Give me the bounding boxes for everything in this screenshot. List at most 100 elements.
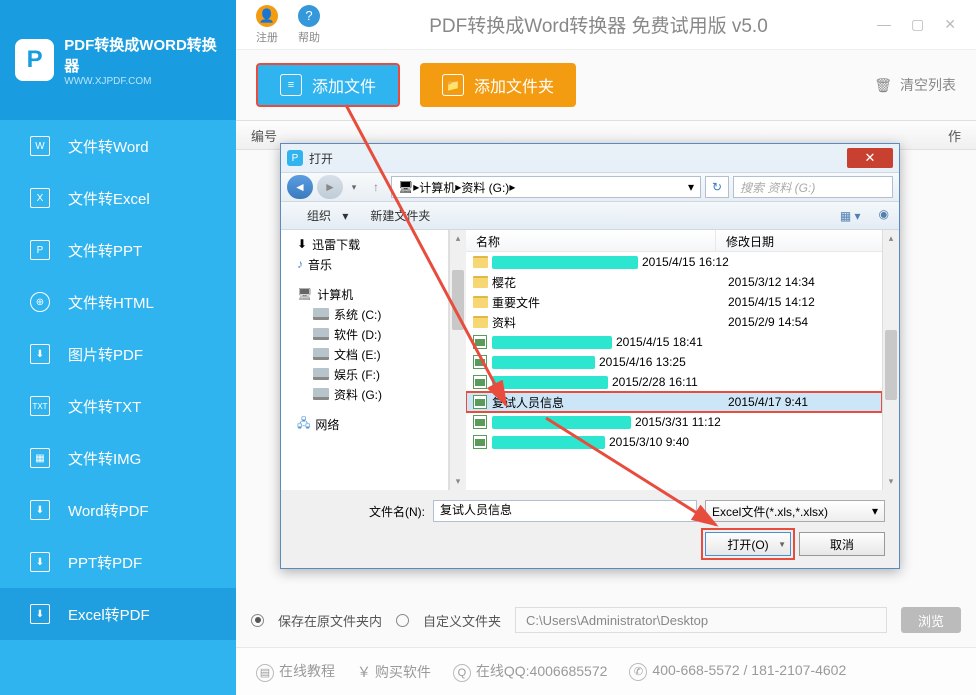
redacted-name (492, 356, 595, 369)
logo-icon: P (15, 39, 54, 81)
file-row[interactable]: 重要文件2015/4/15 14:12 (466, 292, 882, 312)
file-row[interactable]: 2015/4/16 13:25 (466, 352, 882, 372)
save-options: 保存在原文件夹内 自定义文件夹 C:\Users\Administrator\D… (251, 605, 961, 635)
excel-icon (473, 355, 487, 369)
tree-scrollbar[interactable]: ▴ ▾ (449, 230, 466, 490)
file-row[interactable]: 2015/3/31 11:12 (466, 412, 882, 432)
file-row[interactable]: 复试人员信息2015/4/17 9:41 (466, 392, 882, 412)
folder-tree[interactable]: ⬇迅雷下载 ♪音乐 🖥计算机 系统 (C:)软件 (D:)文档 (E:)娱乐 (… (281, 230, 449, 490)
tree-drive[interactable]: 软件 (D:) (283, 324, 446, 344)
drive-icon (313, 368, 329, 380)
tree-drive[interactable]: 资料 (G:) (283, 384, 446, 404)
drive-icon (313, 388, 329, 400)
file-type-filter[interactable]: Excel文件(*.xls,*.xlsx)▾ (705, 500, 885, 522)
format-icon: ⬇ (30, 500, 50, 520)
register-button[interactable]: 👤 注册 (256, 5, 278, 45)
sidebar-item-文件转IMG[interactable]: ▦文件转IMG (0, 432, 236, 484)
filename-input[interactable]: 复试人员信息 (433, 500, 697, 522)
close-button[interactable]: ✕ (944, 16, 956, 33)
forward-button[interactable]: ► (317, 175, 343, 199)
dialog-close-button[interactable]: ✕ (847, 148, 893, 168)
organize-menu[interactable]: 组织 ▾ (291, 205, 356, 226)
titlebar: 👤 注册 ? 帮助 PDF转换成Word转换器 免费试用版 v5.0 — ▢ ✕ (236, 0, 976, 50)
tree-drive[interactable]: 娱乐 (F:) (283, 364, 446, 384)
sidebar-item-文件转Word[interactable]: W文件转Word (0, 120, 236, 172)
computer-icon: 🖥 (398, 180, 413, 194)
qq-link[interactable]: Q在线QQ:4006685572 (453, 661, 608, 682)
maximize-button[interactable]: ▢ (911, 16, 924, 33)
tree-drive[interactable]: 文档 (E:) (283, 344, 446, 364)
search-input[interactable]: 搜索 资料 (G:) (733, 176, 893, 198)
radio-custom-folder[interactable] (396, 614, 409, 627)
computer-icon: 🖥 (297, 287, 312, 301)
format-icon: ⬇ (30, 604, 50, 624)
redacted-name (492, 256, 638, 269)
files-scrollbar[interactable]: ▴ ▾ (882, 230, 899, 490)
up-button[interactable]: ↑ (365, 176, 387, 198)
file-row[interactable]: 2015/4/15 18:41 (466, 332, 882, 352)
chevron-down-icon: ▾ (872, 504, 878, 518)
minimize-button[interactable]: — (877, 16, 891, 33)
sidebar-item-图片转PDF[interactable]: ⬇图片转PDF (0, 328, 236, 380)
add-folder-button[interactable]: 📁 添加文件夹 (420, 63, 576, 107)
new-folder-button[interactable]: 新建文件夹 (370, 207, 430, 224)
sidebar-item-Word转PDF[interactable]: ⬇Word转PDF (0, 484, 236, 536)
radio-same-folder[interactable] (251, 614, 264, 627)
dialog-title: 打开 (309, 150, 333, 167)
sidebar-item-文件转Excel[interactable]: X文件转Excel (0, 172, 236, 224)
col-date[interactable]: 修改日期 (716, 230, 882, 251)
history-dropdown[interactable]: ▾ (347, 182, 361, 193)
scroll-down-icon[interactable]: ▾ (883, 473, 899, 490)
sidebar: P PDF转换成WORD转换器 WWW.XJPDF.COM W文件转WordX文… (0, 0, 236, 695)
back-button[interactable]: ◄ (287, 175, 313, 199)
format-icon: W (30, 136, 50, 156)
window-controls: — ▢ ✕ (877, 16, 956, 33)
scroll-thumb[interactable] (885, 330, 897, 400)
file-row[interactable]: 2015/3/10 9:40 (466, 432, 882, 452)
file-row[interactable]: 资料2015/2/9 14:54 (466, 312, 882, 332)
cancel-button[interactable]: 取消 (799, 532, 885, 556)
filename-label: 文件名(N): (295, 503, 425, 520)
open-button[interactable]: 打开(O)▼ (705, 532, 791, 556)
path-bar[interactable]: 🖥 ▸ 计算机 ▸ 资料 (G:) ▸ ▾ (391, 176, 701, 198)
folder-icon (473, 276, 488, 288)
clear-list-button[interactable]: 🗑 清空列表 (874, 75, 956, 95)
dialog-nav: ◄ ► ▾ ↑ 🖥 ▸ 计算机 ▸ 资料 (G:) ▸ ▾ ↻ 搜索 资料 (G… (281, 172, 899, 202)
add-file-button[interactable]: ≡ 添加文件 (256, 63, 400, 107)
sidebar-item-文件转HTML[interactable]: ⊕文件转HTML (0, 276, 236, 328)
help-icon[interactable]: ◉ (879, 207, 889, 225)
file-row[interactable]: 樱花2015/3/12 14:34 (466, 272, 882, 292)
tutorial-link[interactable]: ▤在线教程 (256, 661, 335, 682)
format-icon: ⬇ (30, 344, 50, 364)
user-icon: 👤 (256, 5, 278, 27)
scroll-thumb[interactable] (452, 270, 464, 330)
chevron-down-icon[interactable]: ▾ (688, 180, 694, 194)
view-mode-button[interactable]: ▦ ▾ (832, 207, 869, 225)
file-row[interactable]: 2015/2/28 16:11 (466, 372, 882, 392)
format-icon: ⬇ (30, 552, 50, 572)
browse-button[interactable]: 浏览 (901, 607, 961, 633)
sidebar-item-文件转TXT[interactable]: TXT文件转TXT (0, 380, 236, 432)
download-icon: ⬇ (297, 237, 307, 251)
buy-link[interactable]: ￥ 购买软件 (357, 662, 431, 682)
scroll-down-icon[interactable]: ▾ (450, 473, 466, 490)
sidebar-item-Excel转PDF[interactable]: ⬇Excel转PDF (0, 588, 236, 640)
trash-icon: 🗑 (874, 77, 892, 94)
help-button[interactable]: ? 帮助 (298, 5, 320, 45)
tree-drive[interactable]: 系统 (C:) (283, 304, 446, 324)
format-icon: ▦ (30, 448, 50, 468)
format-icon: ⊕ (30, 292, 50, 312)
refresh-button[interactable]: ↻ (705, 176, 729, 198)
sidebar-item-PPT转PDF[interactable]: ⬇PPT转PDF (0, 536, 236, 588)
redacted-name (492, 416, 631, 429)
excel-icon (473, 375, 487, 389)
scroll-up-icon[interactable]: ▴ (883, 230, 899, 247)
col-name[interactable]: 名称 (466, 230, 716, 251)
music-icon: ♪ (297, 257, 303, 271)
sidebar-item-文件转PPT[interactable]: P文件转PPT (0, 224, 236, 276)
excel-icon (473, 415, 487, 429)
scroll-up-icon[interactable]: ▴ (450, 230, 466, 247)
folder-icon: 📁 (442, 74, 464, 96)
file-list-header: 名称 修改日期 (466, 230, 882, 252)
file-row[interactable]: 2015/4/15 16:12 (466, 252, 882, 272)
